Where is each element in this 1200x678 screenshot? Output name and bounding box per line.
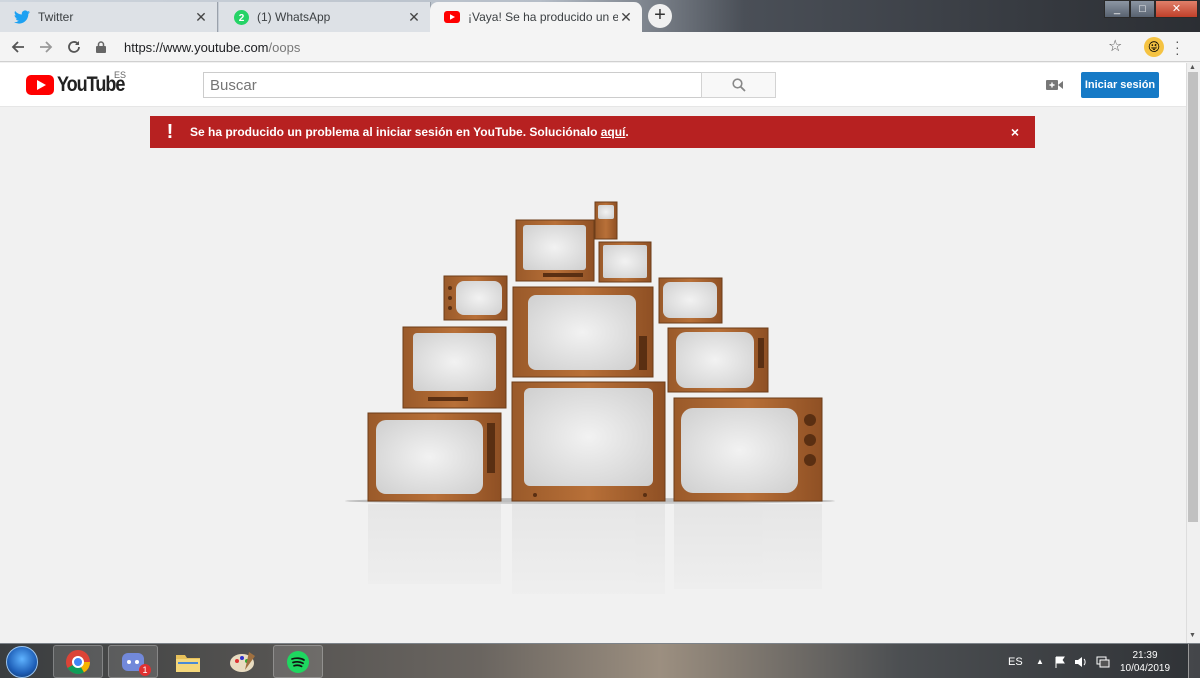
clock-date: 10/04/2019: [1119, 663, 1171, 674]
tab-strip: Twitter ✕ 2 (1) WhatsApp ✕ ¡Vaya! Se ha …: [0, 0, 1200, 32]
tab-whatsapp[interactable]: 2 (1) WhatsApp ✕: [219, 2, 431, 32]
windows-taskbar: 1 ES ▲ 21:39 10/04/2019: [0, 643, 1200, 678]
fix-it-link[interactable]: aquí: [601, 125, 626, 139]
tab-title: (1) WhatsApp: [257, 10, 331, 24]
country-code: ES: [114, 70, 127, 80]
url-path: /oops: [268, 39, 301, 55]
warning-exclamation-icon: !: [166, 120, 174, 143]
action-center-flag-icon[interactable]: [1054, 644, 1066, 678]
volume-icon[interactable]: [1074, 644, 1088, 678]
alert-suffix: .: [625, 125, 629, 139]
whatsapp-badge: 2: [238, 13, 244, 24]
search-icon: [731, 78, 746, 92]
new-tab-button[interactable]: +: [648, 4, 672, 28]
system-clock[interactable]: 21:39 10/04/2019: [1115, 649, 1175, 675]
youtube-play-icon: [26, 75, 54, 95]
clock-time: 21:39: [1132, 650, 1158, 661]
tray-expand-icon[interactable]: ▲: [1036, 644, 1044, 678]
scroll-up-arrow-icon[interactable]: ▲: [1189, 64, 1196, 71]
paint-icon[interactable]: [218, 645, 268, 678]
whatsapp-icon: 2: [233, 9, 249, 25]
more-menu-icon[interactable]: · · ·: [1175, 34, 1181, 60]
tab-title: Twitter: [38, 10, 74, 24]
reload-icon[interactable]: [60, 33, 88, 61]
tv-middle-left: [402, 326, 507, 409]
tv-middle-center: [512, 286, 654, 378]
maximize-button[interactable]: □: [1130, 0, 1155, 18]
discord-badge: 1: [139, 664, 151, 676]
bookmark-star-icon[interactable]: ☆: [1108, 36, 1122, 56]
show-desktop-button[interactable]: [1188, 644, 1200, 678]
network-icon[interactable]: [1096, 644, 1110, 678]
tv-bottom-right: [673, 397, 823, 502]
alert-message: Se ha producido un problema al iniciar s…: [190, 125, 995, 139]
tab-title: ¡Vaya! Se ha producido un error: [468, 10, 618, 24]
browser-toolbar: https://www.youtube.com/oops ☆ 😜 · · ·: [0, 32, 1200, 62]
forward-arrow-icon[interactable]: [32, 33, 60, 61]
alert-close-icon[interactable]: ×: [995, 124, 1035, 140]
minimize-button[interactable]: _: [1104, 0, 1130, 18]
signin-error-alert: ! Se ha producido un problema al iniciar…: [150, 116, 1035, 148]
broken-tvs-illustration: [345, 201, 845, 618]
youtube-icon: [444, 9, 460, 25]
discord-icon[interactable]: 1: [108, 645, 158, 678]
back-arrow-icon[interactable]: [4, 33, 32, 61]
start-button[interactable]: [6, 646, 38, 678]
youtube-logo[interactable]: YouTube ES: [26, 70, 135, 97]
tv-bottom-left: [367, 412, 502, 502]
tv-upper-left: [443, 275, 508, 321]
spotify-icon[interactable]: [273, 645, 323, 678]
youtube-header: YouTube ES Iniciar sesión: [0, 63, 1186, 107]
tv-upper-right: [658, 277, 723, 324]
tab-twitter[interactable]: Twitter ✕: [0, 2, 218, 32]
lock-icon: [96, 41, 114, 53]
language-indicator[interactable]: ES: [1008, 644, 1023, 678]
scrollbar-thumb[interactable]: [1188, 72, 1198, 522]
tv-bottom-center: [511, 381, 666, 502]
scroll-down-arrow-icon[interactable]: ▼: [1189, 632, 1196, 639]
search-input[interactable]: [203, 72, 701, 98]
search-button[interactable]: [701, 72, 776, 98]
close-tab-icon[interactable]: ✕: [406, 9, 422, 26]
upload-video-icon[interactable]: [1046, 77, 1066, 93]
url-host: https://www.youtube.com: [124, 39, 269, 55]
extension-avatar-icon[interactable]: 😜: [1144, 37, 1164, 57]
chrome-icon[interactable]: [53, 645, 103, 678]
address-bar[interactable]: https://www.youtube.com/oops: [96, 34, 1136, 60]
close-tab-icon[interactable]: ✕: [618, 9, 634, 26]
tv-top-left: [515, 219, 595, 282]
tv-middle-right: [667, 327, 769, 393]
tab-youtube-error[interactable]: ¡Vaya! Se ha producido un error ✕: [430, 2, 642, 32]
twitter-bird-icon: [14, 9, 30, 25]
close-window-button[interactable]: ✕: [1155, 0, 1198, 18]
tv-top-small: [598, 241, 652, 283]
file-explorer-icon[interactable]: [163, 645, 213, 678]
alert-text: Se ha producido un problema al iniciar s…: [190, 125, 601, 139]
close-tab-icon[interactable]: ✕: [193, 9, 209, 26]
tv-top-tiny: [594, 201, 618, 240]
signin-button[interactable]: Iniciar sesión: [1081, 72, 1159, 98]
